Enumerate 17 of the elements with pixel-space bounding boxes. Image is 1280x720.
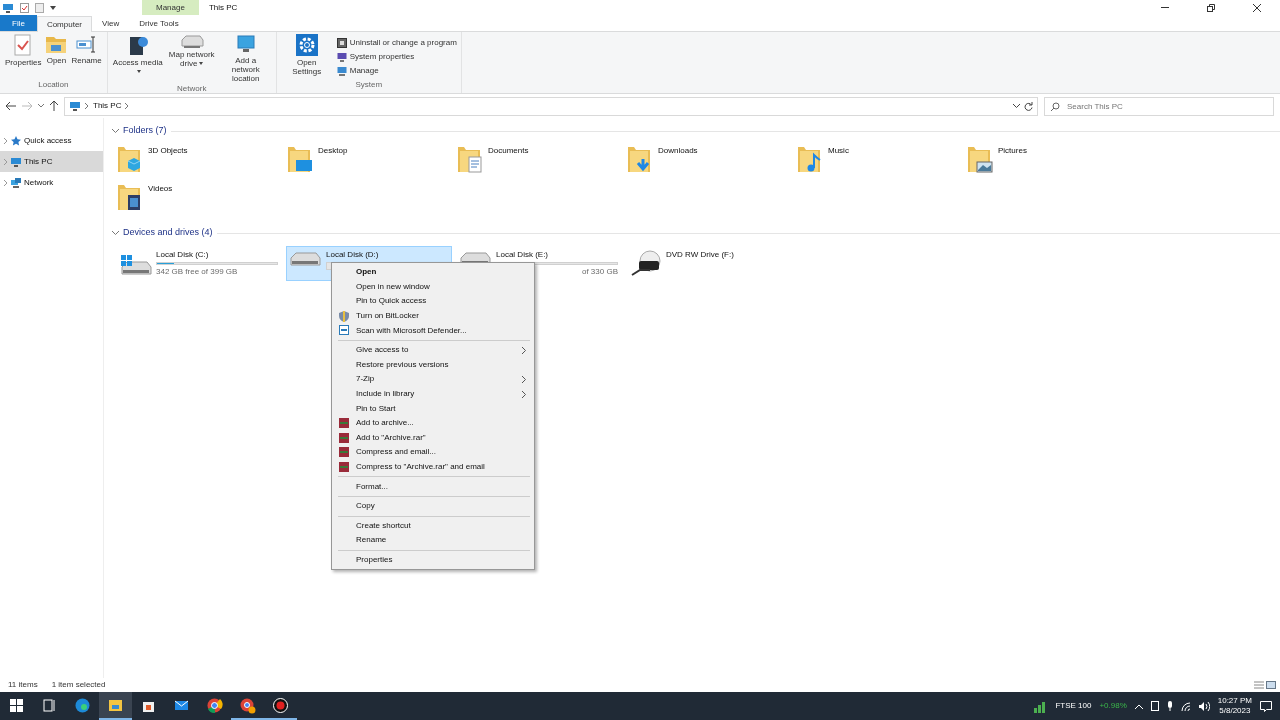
section-heading: Folders (7) — [123, 124, 167, 138]
free-space-text: of 330 GB — [580, 266, 618, 278]
date: 5/8/2023 — [1219, 706, 1251, 716]
section-heading: Devices and drives (4) — [123, 226, 213, 240]
drive-label: DVD RW Drive (F:) — [666, 249, 735, 261]
time: 10:27 PM — [1217, 696, 1252, 706]
free-space-text: 342 GB free of 399 GB — [156, 266, 239, 278]
group-label: System — [354, 79, 384, 91]
drive-label: Local Disk (D:) — [326, 249, 380, 261]
group-label: Location — [37, 79, 70, 91]
group-label: Network — [176, 83, 208, 95]
item-count: 11 items — [8, 679, 38, 691]
selection-count: 1 item selected — [51, 679, 106, 691]
window-title: This PC — [207, 2, 239, 14]
drive-label: Local Disk (C:) — [156, 249, 210, 261]
drive-label: Local Disk (E:) — [496, 249, 549, 261]
stock-change: +0.98% — [1099, 700, 1127, 712]
